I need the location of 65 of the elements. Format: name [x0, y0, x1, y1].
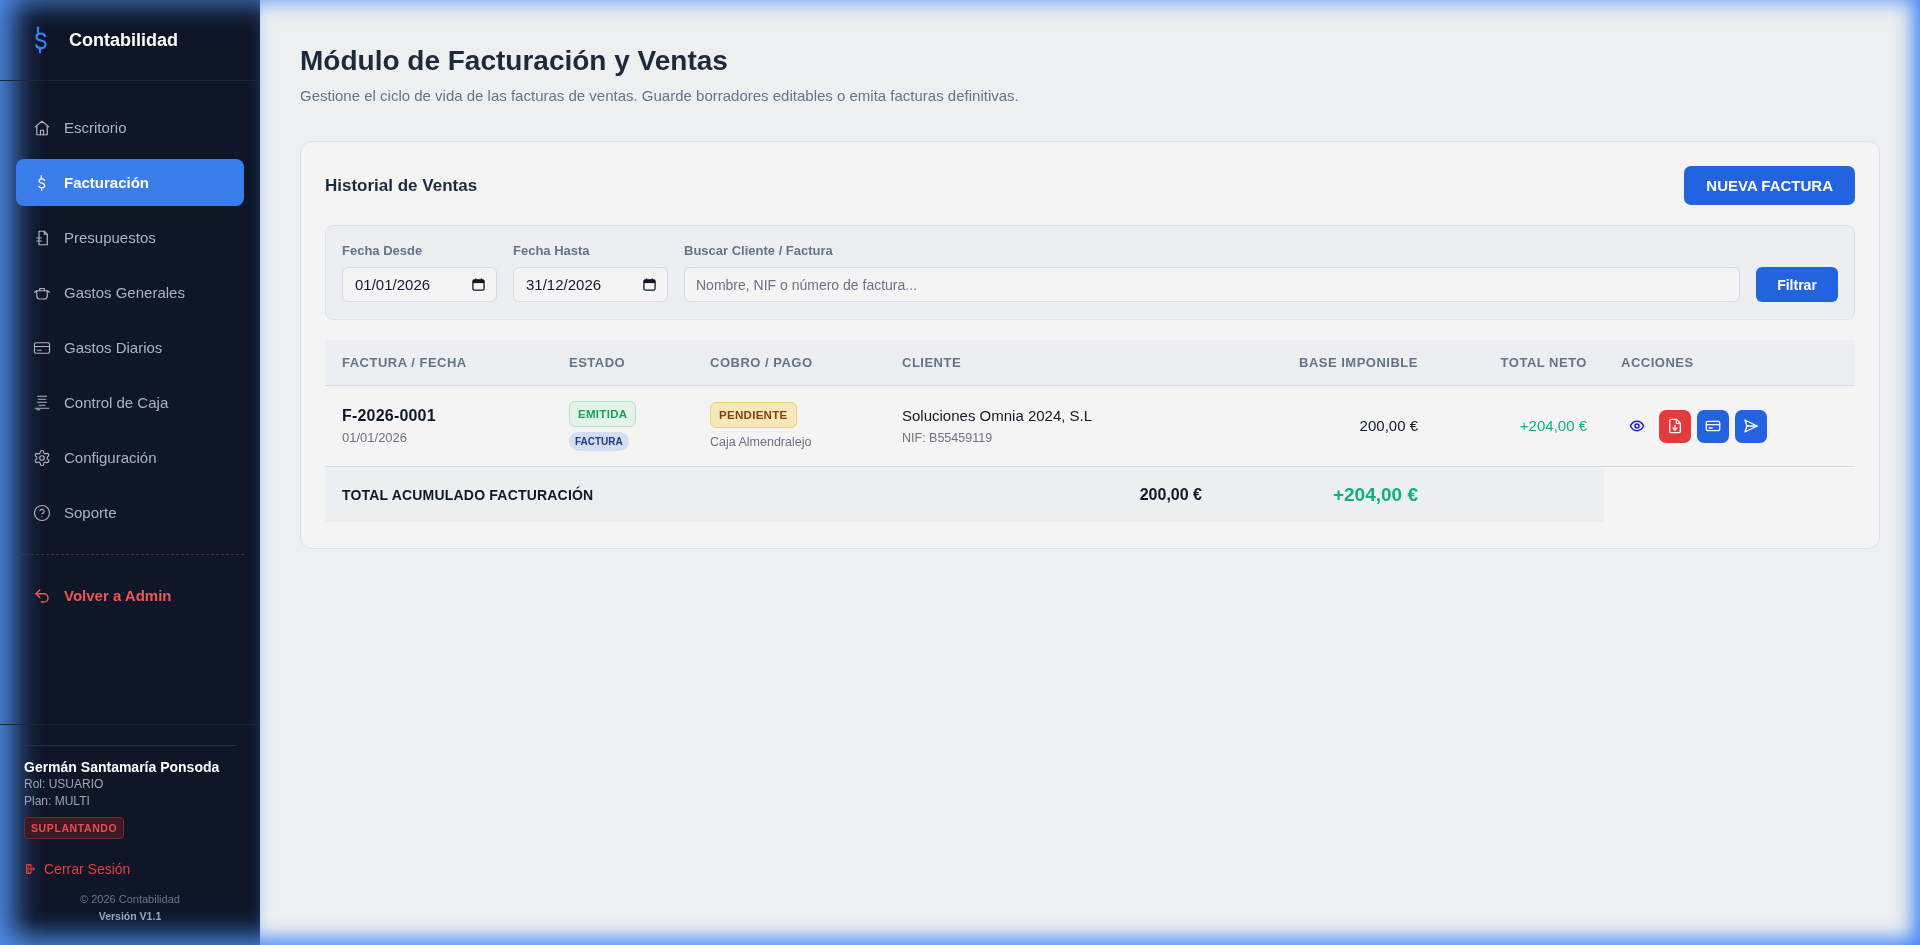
- home-icon: [33, 118, 51, 137]
- field-label: Fecha Desde: [342, 243, 424, 259]
- totals-net: +204,00 €: [1331, 483, 1419, 506]
- help-icon: [33, 503, 51, 522]
- nav-item[interactable]: Gastos Generales: [16, 269, 244, 316]
- calendar-icon: [643, 278, 656, 291]
- user-name: Germán Santamaría Ponsoda: [24, 758, 220, 776]
- user-role: Rol: USUARIO: [24, 776, 104, 793]
- calendar-icon: [472, 278, 485, 291]
- client-nif: NIF: B55459119: [902, 430, 993, 446]
- date-field[interactable]: 01/01/2026: [342, 267, 497, 302]
- client-name: Soluciones Omnia 2024, S.L: [902, 406, 1093, 425]
- nav-item[interactable]: Escritorio: [16, 104, 244, 151]
- nav-item[interactable]: Soporte: [16, 489, 244, 536]
- filter-button[interactable]: Filtrar: [1756, 267, 1838, 302]
- type-badge: FACTURA: [569, 432, 629, 451]
- send-button[interactable]: [1735, 409, 1767, 443]
- column-header: BASE IMPONIBLE: [1298, 355, 1419, 370]
- nav-item[interactable]: Control de Caja: [16, 379, 244, 426]
- stacked-lines-icon: [33, 393, 51, 412]
- new-invoice-button[interactable]: NUEVA FACTURA: [1684, 166, 1855, 205]
- payment-button[interactable]: [1697, 409, 1729, 443]
- column-header: FACTURA / FECHA: [341, 355, 468, 370]
- eye-icon: [1629, 418, 1645, 434]
- dollar-logo-icon: [33, 26, 47, 54]
- file-download-icon: [1667, 418, 1683, 434]
- column-header: CLIENTE: [901, 355, 963, 370]
- version-text: Versión V1.1: [97, 909, 163, 923]
- invoice-number: F-2026-0001: [342, 406, 436, 426]
- field-label: Fecha Hasta: [513, 243, 591, 259]
- nav-item[interactable]: Configuración: [16, 434, 244, 481]
- send-icon: [1743, 418, 1759, 434]
- back-to-admin-link[interactable]: Volver a Admin: [16, 572, 244, 619]
- net-total: +204,00 €: [1519, 417, 1587, 434]
- nav-item[interactable]: Gastos Diarios: [16, 324, 244, 371]
- field-label: Buscar Cliente / Factura: [684, 243, 834, 259]
- cash-account: Caja Almendralejo: [710, 434, 812, 450]
- return-arrow-icon: [33, 586, 51, 605]
- column-header: ACCIONES: [1620, 355, 1695, 370]
- pdf-button[interactable]: [1659, 409, 1691, 443]
- column-header: ESTADO: [568, 355, 627, 370]
- settings-icon: [33, 448, 51, 467]
- page-title: Módulo de Facturación y Ventas: [300, 44, 729, 78]
- totals-label: TOTAL ACUMULADO FACTURACIÓN: [341, 486, 595, 503]
- column-header: COBRO / PAGO: [709, 355, 814, 370]
- copyright-text: © 2026 Contabilidad: [79, 892, 181, 906]
- invoice-date: 01/01/2026: [342, 430, 408, 446]
- payment-badge: PENDIENTE: [710, 402, 797, 428]
- totals-base: 200,00 €: [1138, 485, 1203, 504]
- user-plan: Plan: MULTI: [24, 793, 90, 810]
- search-field[interactable]: Nombre, NIF o número de factura...: [684, 267, 1740, 302]
- nav-item[interactable]: Facturación: [16, 159, 244, 206]
- card-title: Historial de Ventas: [325, 175, 478, 196]
- nav-item[interactable]: Presupuestos: [16, 214, 244, 261]
- page-subtitle: Gestione el ciclo de vida de las facturas de ventas. Guarde borradores editables o emita facturas definitivas.: [300, 86, 1020, 106]
- credit-card-icon: [1705, 418, 1721, 434]
- date-field[interactable]: 31/12/2026: [513, 267, 668, 302]
- logout-link[interactable]: Cerrar Sesión: [24, 860, 131, 878]
- document-icon: [33, 228, 51, 247]
- status-badge: EMITIDA: [569, 401, 637, 427]
- brand-name: Contabilidad: [69, 29, 178, 51]
- column-header: TOTAL NETO: [1499, 355, 1588, 370]
- base-amount: 200,00 €: [1359, 417, 1418, 434]
- logout-icon: [24, 862, 36, 876]
- impersonating-badge: SUPLANTANDO: [24, 817, 125, 839]
